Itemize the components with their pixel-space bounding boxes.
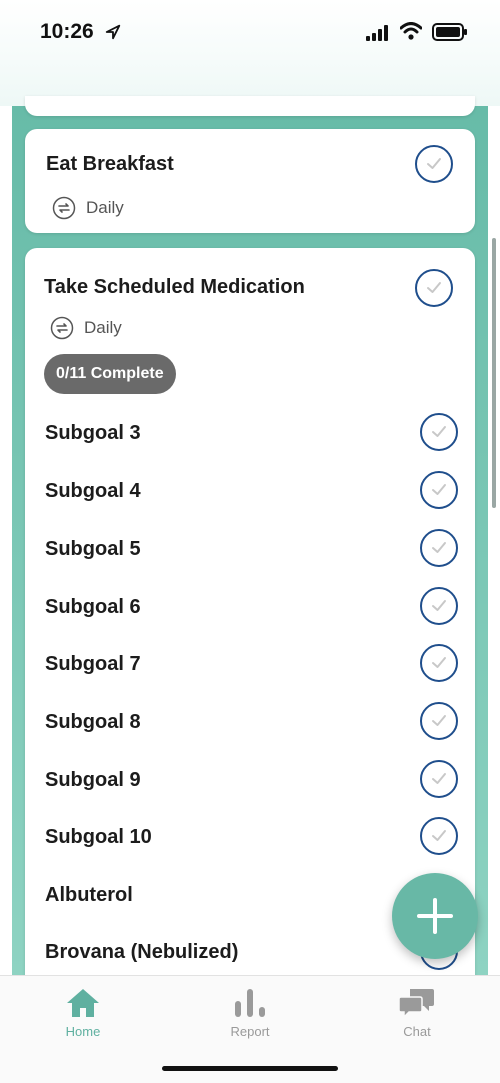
checkmark-icon (432, 773, 446, 784)
bar-chart-icon (235, 989, 265, 1017)
add-goal-button[interactable] (392, 873, 478, 959)
checkmark-icon (432, 426, 446, 437)
battery-icon (432, 23, 467, 41)
subgoal-checkbox[interactable] (420, 817, 458, 855)
repeat-icon (52, 196, 76, 220)
subgoal-label: Subgoal 10 (45, 826, 152, 848)
goal-card-eat-breakfast[interactable]: Eat Breakfast Daily (25, 129, 475, 233)
goal-title: Take Scheduled Medication (44, 276, 305, 298)
status-bar: 10:26 (0, 0, 500, 106)
subgoal-label: Subgoal 5 (45, 538, 141, 560)
goal-frequency: Daily (52, 196, 124, 220)
tab-report-label: Report (230, 1024, 270, 1039)
frequency-label: Daily (84, 318, 122, 337)
checkmark-icon (432, 830, 446, 841)
goal-title: Eat Breakfast (46, 153, 174, 175)
subgoal-label: Subgoal 3 (45, 422, 141, 444)
checkmark-icon (427, 158, 441, 169)
checkmark-icon (432, 542, 446, 553)
checkmark-icon (432, 484, 446, 495)
plus-icon (417, 898, 453, 934)
repeat-icon (50, 316, 74, 340)
subgoal-label: Subgoal 9 (45, 769, 141, 791)
subgoal-checkbox[interactable] (420, 760, 458, 798)
subgoal-checkbox[interactable] (420, 587, 458, 625)
subgoal-label: Subgoal 6 (45, 596, 141, 618)
tab-chat[interactable]: Chat (357, 984, 477, 1039)
subgoal-label: Brovana (Nebulized) (45, 941, 239, 963)
tab-home[interactable]: Home (23, 984, 143, 1039)
previous-goal-card[interactable] (25, 96, 475, 116)
subgoal-checkbox[interactable] (420, 413, 458, 451)
subgoal-label: Subgoal 8 (45, 711, 141, 733)
subgoal-checkbox[interactable] (420, 644, 458, 682)
tab-report[interactable]: Report (190, 984, 310, 1039)
goal-frequency: Daily (50, 316, 122, 340)
wifi-icon (400, 22, 422, 40)
location-arrow-icon (105, 24, 121, 40)
subgoal-checkbox[interactable] (420, 702, 458, 740)
checkmark-icon (432, 657, 446, 668)
tab-home-label: Home (65, 1024, 101, 1039)
home-indicator (162, 1066, 338, 1071)
checkmark-icon (427, 282, 441, 293)
frequency-label: Daily (86, 198, 124, 217)
chat-bubbles-icon (398, 989, 434, 1019)
subgoal-label: Subgoal 4 (45, 480, 141, 502)
subgoal-checkbox[interactable] (420, 471, 458, 509)
cellular-signal-icon (366, 25, 388, 41)
scrollbar[interactable] (492, 238, 496, 508)
progress-badge: 0/11 Complete (44, 354, 176, 394)
complete-goal-checkbox[interactable] (415, 269, 453, 307)
home-icon (67, 989, 99, 1017)
checkmark-icon (432, 600, 446, 611)
subgoal-label: Albuterol (45, 884, 133, 906)
checkmark-icon (432, 715, 446, 726)
subgoal-label: Subgoal 7 (45, 653, 141, 675)
subgoal-checkbox[interactable] (420, 529, 458, 567)
clock: 10:26 (40, 20, 94, 43)
tab-chat-label: Chat (403, 1024, 431, 1039)
complete-goal-checkbox[interactable] (415, 145, 453, 183)
